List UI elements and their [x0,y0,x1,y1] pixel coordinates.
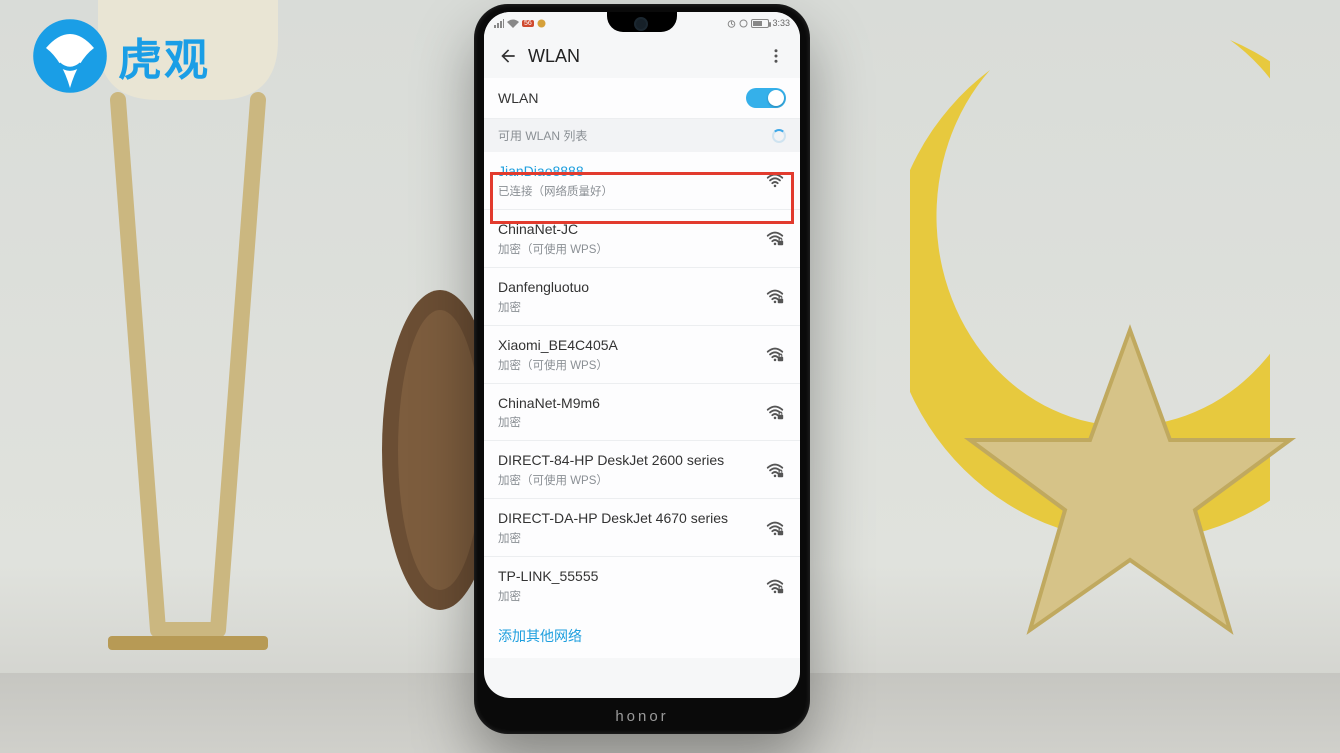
back-button[interactable] [494,42,522,70]
signal-icon [494,19,504,28]
wifi-signal-icon [764,170,786,190]
wlan-toggle[interactable] [746,88,786,108]
status-time: 3:33 [772,18,790,28]
network-status: 已连接（网络质量好） [498,183,764,199]
wlan-master-row[interactable]: WLAN [484,78,800,119]
network-row[interactable]: Xiaomi_BE4C405A 加密（可使用 WPS） [484,326,800,384]
network-status: 加密 [498,299,764,315]
network-status: 加密 [498,530,764,546]
watermark-text: 虎观 [118,24,210,88]
network-status: 加密（可使用 WPS） [498,472,764,488]
network-ssid: DIRECT-DA-HP DeskJet 4670 series [498,509,764,528]
network-status: 加密（可使用 WPS） [498,357,764,373]
network-ssid: JianDiao8888 [498,162,764,181]
wifi-signal-icon [764,402,786,422]
network-row[interactable]: DIRECT-DA-HP DeskJet 4670 series 加密 [484,499,800,557]
network-list: JianDiao8888 已连接（网络质量好） ChinaNet-JC 加密（可… [484,152,800,614]
network-status: 加密 [498,588,764,604]
network-ssid: Danfengluotuo [498,278,764,297]
background-star [960,320,1300,680]
back-arrow-icon [498,46,518,66]
network-row[interactable]: ChinaNet-JC 加密（可使用 WPS） [484,210,800,268]
wlan-master-label: WLAN [498,89,746,108]
more-vert-icon [767,47,785,65]
wifi-signal-icon [764,286,786,306]
network-row[interactable]: ChinaNet-M9m6 加密 [484,384,800,442]
background-stand [58,0,398,740]
phone-frame: honor 56 3:33 WLAN [474,4,810,734]
network-status: 加密（可使用 WPS） [498,241,764,257]
phone-screen: 56 3:33 WLAN [484,12,800,698]
wifi-signal-icon [764,518,786,538]
network-row[interactable]: DIRECT-84-HP DeskJet 2600 series 加密（可使用 … [484,441,800,499]
wifi-status-icon [507,19,519,28]
network-badge: 56 [522,20,534,27]
scanning-spinner-icon [772,129,786,143]
watermark: 虎观 [30,16,210,96]
wifi-signal-icon [764,576,786,596]
phone-notch [607,12,677,32]
network-ssid: ChinaNet-M9m6 [498,394,764,413]
add-network-link[interactable]: 添加其他网络 [484,614,800,658]
network-row[interactable]: JianDiao8888 已连接（网络质量好） [484,152,800,210]
wifi-signal-icon [764,344,786,364]
watermark-logo-icon [30,16,110,96]
eye-care-icon [739,19,748,28]
background-moon [910,10,1270,570]
app-bar: WLAN [484,34,800,78]
page-title: WLAN [522,46,762,67]
network-status: 加密 [498,414,764,430]
alarm-icon [727,19,736,28]
weibo-icon [537,19,546,28]
network-ssid: DIRECT-84-HP DeskJet 2600 series [498,451,764,470]
network-ssid: Xiaomi_BE4C405A [498,336,764,355]
overflow-menu-button[interactable] [762,42,790,70]
network-ssid: TP-LINK_55555 [498,567,764,586]
available-networks-header: 可用 WLAN 列表 [484,119,800,152]
wifi-signal-icon [764,460,786,480]
available-networks-label: 可用 WLAN 列表 [498,127,587,144]
wifi-signal-icon [764,228,786,248]
battery-icon [751,19,769,28]
network-row[interactable]: Danfengluotuo 加密 [484,268,800,326]
network-ssid: ChinaNet-JC [498,220,764,239]
network-row[interactable]: TP-LINK_55555 加密 [484,557,800,614]
phone-brand-label: honor [474,708,810,725]
